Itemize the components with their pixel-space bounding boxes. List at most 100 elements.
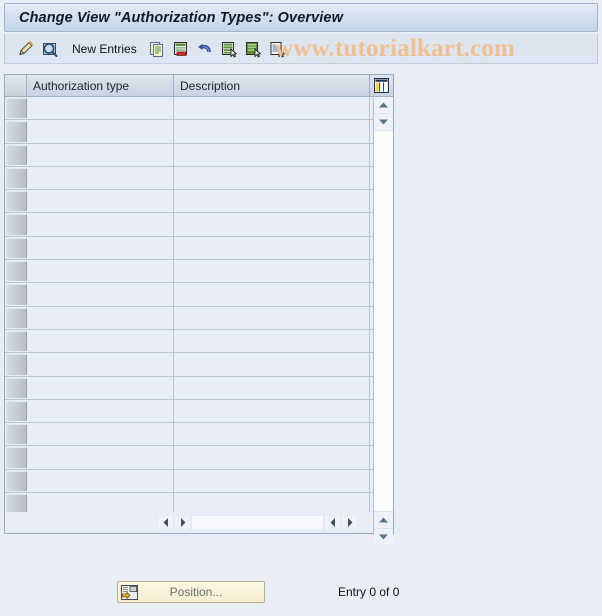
- row-select-button[interactable]: [6, 144, 27, 165]
- row-select-button[interactable]: [6, 98, 27, 119]
- row-select-button[interactable]: [6, 191, 27, 212]
- scroll-right-button[interactable]: [174, 514, 191, 531]
- scroll-down-button[interactable]: [374, 114, 393, 131]
- cell-auth_type[interactable]: [27, 97, 174, 120]
- cell-auth_type[interactable]: [27, 213, 174, 236]
- row-select-button[interactable]: [6, 470, 27, 492]
- table-row[interactable]: [5, 120, 373, 144]
- scroll-down-bottom-button[interactable]: [374, 528, 393, 545]
- table-row[interactable]: [5, 353, 373, 377]
- cell-auth_type[interactable]: [27, 306, 174, 329]
- cell-auth_type[interactable]: [27, 236, 174, 260]
- cell-auth_type[interactable]: [27, 143, 174, 166]
- row-select-button[interactable]: [6, 424, 27, 445]
- display-change-icon[interactable]: [15, 38, 37, 60]
- table-settings-icon[interactable]: [370, 75, 393, 96]
- copy-as-icon[interactable]: [146, 38, 168, 60]
- cell-auth_type[interactable]: [27, 469, 174, 493]
- cell-auth_type[interactable]: [27, 353, 174, 376]
- cell-auth_type[interactable]: [27, 329, 174, 353]
- cell-description[interactable]: [174, 283, 370, 306]
- cell-auth_type[interactable]: [27, 493, 174, 513]
- row-select-button[interactable]: [6, 121, 27, 142]
- delete-row-icon[interactable]: [170, 38, 192, 60]
- scroll-up-button[interactable]: [374, 97, 393, 114]
- table-row[interactable]: [5, 97, 373, 121]
- scroll-right-end-button[interactable]: [341, 514, 358, 531]
- table-row[interactable]: [5, 399, 373, 424]
- cell-description[interactable]: [174, 190, 370, 213]
- table-row[interactable]: [5, 423, 373, 447]
- row-select-button[interactable]: [6, 261, 27, 282]
- cell-auth_type[interactable]: [27, 376, 174, 399]
- cell-auth_type[interactable]: [27, 446, 174, 469]
- row-select-button[interactable]: [6, 237, 27, 259]
- cell-auth_type[interactable]: [27, 166, 174, 190]
- cell-description[interactable]: [174, 423, 370, 446]
- select-all-icon[interactable]: [218, 38, 240, 60]
- table-row[interactable]: [5, 329, 373, 354]
- select-block-icon[interactable]: [242, 38, 264, 60]
- row-select-button[interactable]: [6, 400, 27, 422]
- cell-description[interactable]: [174, 469, 370, 493]
- cell-description[interactable]: [174, 376, 370, 399]
- select-all-column-header[interactable]: [5, 75, 27, 96]
- table-row[interactable]: [5, 469, 373, 494]
- cell-description[interactable]: [174, 120, 370, 143]
- cell-description[interactable]: [174, 143, 370, 166]
- cell-description[interactable]: [174, 97, 370, 120]
- table-row[interactable]: [5, 493, 373, 513]
- cell-description[interactable]: [174, 353, 370, 376]
- row-select-button[interactable]: [6, 330, 27, 352]
- cell-auth_type[interactable]: [27, 423, 174, 446]
- table-row[interactable]: [5, 306, 373, 330]
- table-row[interactable]: [5, 213, 373, 237]
- table-row[interactable]: [5, 260, 373, 284]
- table-row[interactable]: [5, 376, 373, 400]
- cell-description[interactable]: [174, 493, 370, 513]
- cell-auth_type[interactable]: [27, 260, 174, 283]
- display-detail-icon[interactable]: [39, 38, 61, 60]
- column-header-authorization-type[interactable]: Authorization type: [27, 75, 174, 96]
- row-select-button[interactable]: [6, 284, 27, 305]
- horizontal-scroll-track[interactable]: [191, 515, 324, 530]
- row-select-button[interactable]: [6, 214, 27, 235]
- cell-description[interactable]: [174, 166, 370, 190]
- vertical-scroll-track[interactable]: [374, 131, 393, 511]
- table-row[interactable]: [5, 236, 373, 261]
- table-row[interactable]: [5, 190, 373, 214]
- undo-icon[interactable]: [194, 38, 216, 60]
- row-select-button[interactable]: [6, 447, 27, 468]
- cell-description[interactable]: [174, 260, 370, 283]
- column-header-description[interactable]: Description: [174, 75, 370, 96]
- table-row[interactable]: [5, 166, 373, 191]
- table-row[interactable]: [5, 143, 373, 167]
- table-body: [5, 97, 373, 513]
- cell-description[interactable]: [174, 329, 370, 353]
- cell-description[interactable]: [174, 236, 370, 260]
- scroll-left-end-button[interactable]: [324, 514, 341, 531]
- new-entries-button[interactable]: New Entries: [72, 42, 137, 56]
- cell-description[interactable]: [174, 446, 370, 469]
- table-row[interactable]: [5, 446, 373, 470]
- position-button[interactable]: Position...: [117, 581, 265, 603]
- cell-auth_type[interactable]: [27, 190, 174, 213]
- horizontal-scrollbar[interactable]: [5, 512, 373, 533]
- table-row[interactable]: [5, 283, 373, 307]
- scroll-left-button[interactable]: [157, 514, 174, 531]
- cell-description[interactable]: [174, 399, 370, 423]
- row-select-button[interactable]: [6, 354, 27, 375]
- cell-auth_type[interactable]: [27, 399, 174, 423]
- authorization-types-table: Authorization type Description: [4, 74, 394, 545]
- cell-description[interactable]: [174, 306, 370, 329]
- row-select-button[interactable]: [6, 307, 27, 328]
- row-select-button[interactable]: [6, 494, 27, 513]
- cell-auth_type[interactable]: [27, 283, 174, 306]
- row-select-button[interactable]: [6, 167, 27, 189]
- row-select-button[interactable]: [6, 377, 27, 398]
- cell-auth_type[interactable]: [27, 120, 174, 143]
- cell-description[interactable]: [174, 213, 370, 236]
- scroll-up-bottom-button[interactable]: [374, 511, 393, 528]
- deselect-all-icon[interactable]: [266, 38, 288, 60]
- vertical-scrollbar[interactable]: [373, 97, 393, 545]
